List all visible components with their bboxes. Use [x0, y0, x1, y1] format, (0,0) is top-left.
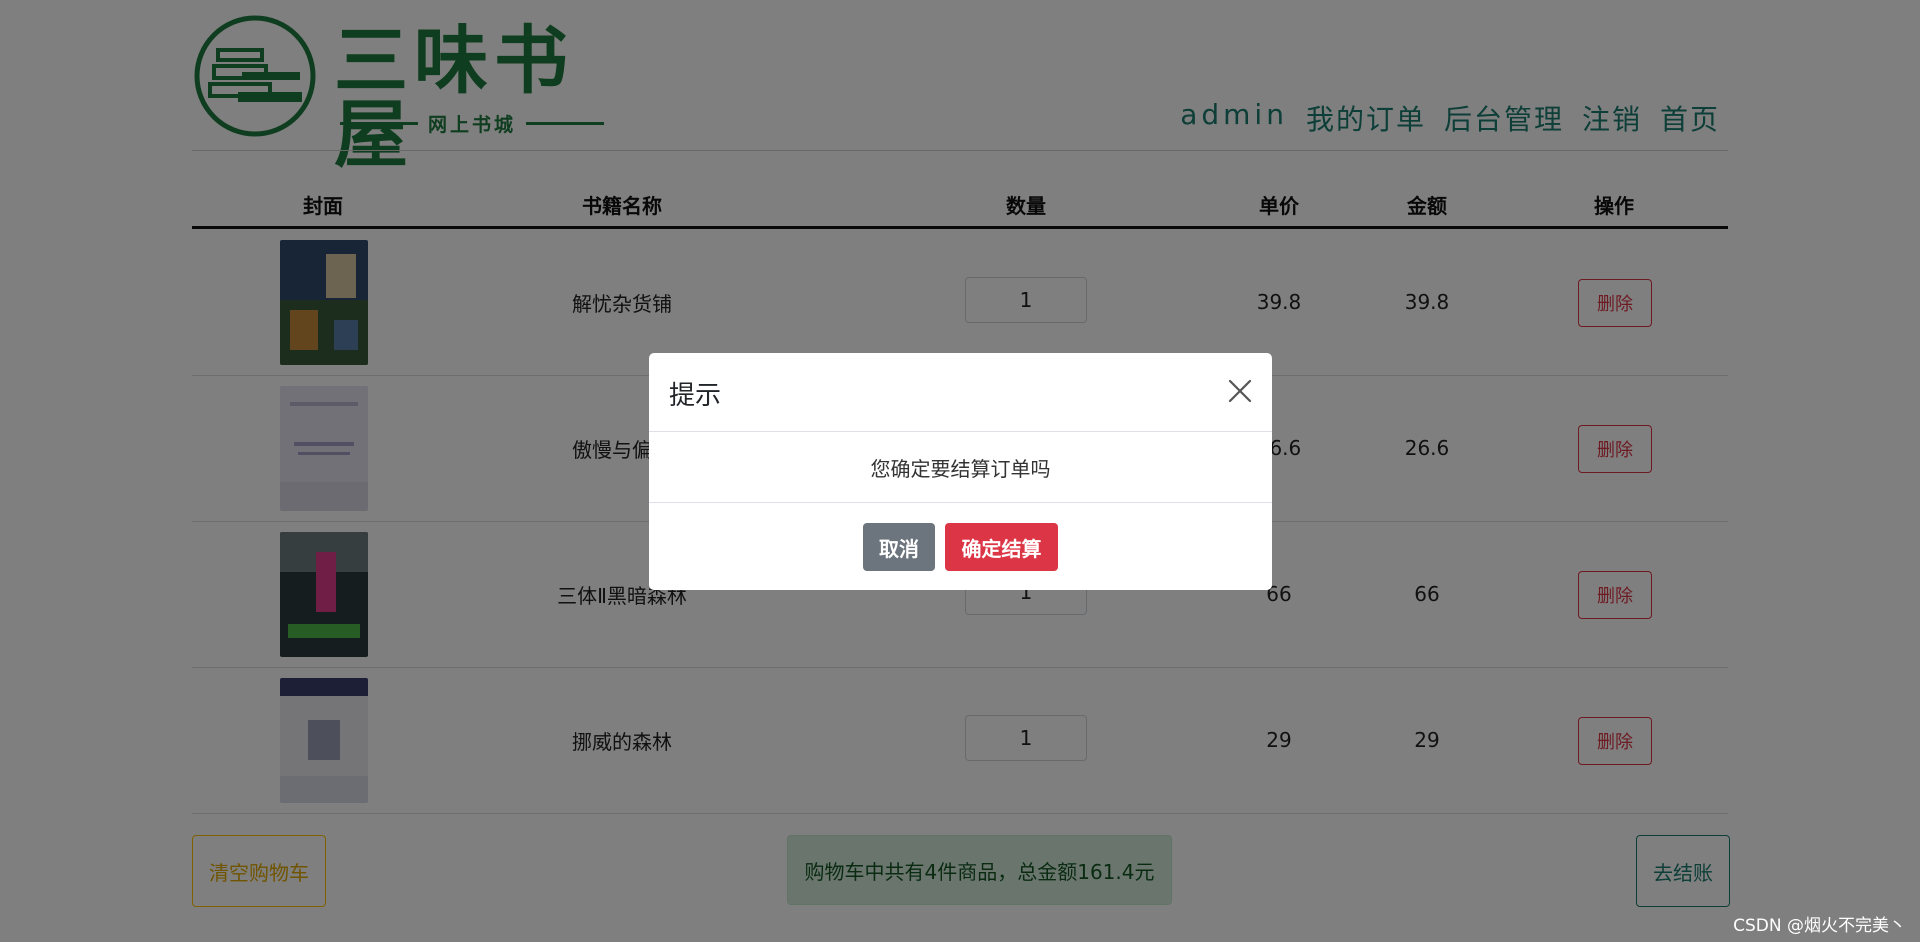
watermark: CSDN @烟火不完美丶 — [1733, 916, 1906, 936]
confirm-modal: 提示 您确定要结算订单吗 取消 确定结算 — [649, 353, 1272, 590]
cart-page: 三味书屋 网上书城 admin 我的订单 后台管理 注销 首页 封面 书籍名称 … — [0, 0, 1920, 942]
modal-title: 提示 — [669, 381, 722, 411]
cancel-button[interactable]: 取消 — [863, 523, 935, 571]
modal-header: 提示 — [649, 353, 1272, 432]
modal-footer: 取消 确定结算 — [649, 503, 1272, 591]
modal-message: 您确定要结算订单吗 — [649, 432, 1272, 503]
close-icon[interactable] — [1224, 375, 1256, 407]
confirm-checkout-button[interactable]: 确定结算 — [945, 523, 1058, 571]
